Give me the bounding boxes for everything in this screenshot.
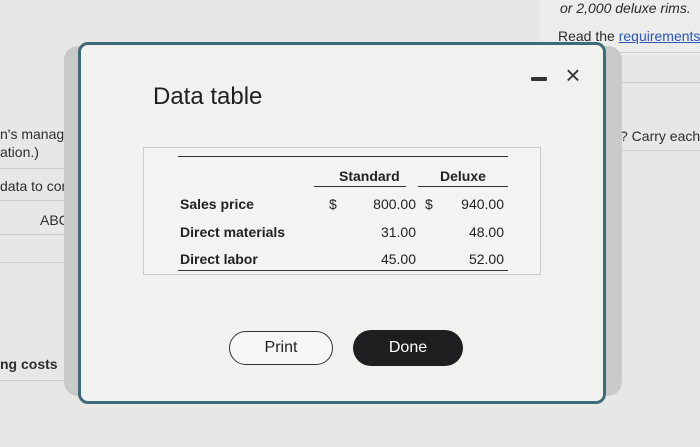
column-header-standard: Standard xyxy=(339,168,400,184)
background-left-text: n's manag xyxy=(0,126,65,142)
row-label-direct-labor: Direct labor xyxy=(180,251,258,267)
row-label-sales-price: Sales price xyxy=(180,196,254,212)
print-button[interactable]: Print xyxy=(229,331,333,365)
data-table-dialog: Data table × Standard Deluxe Sales price… xyxy=(78,42,606,404)
background-right-text: ? Carry each xyxy=(620,128,700,144)
close-button[interactable]: × xyxy=(561,62,585,88)
currency-symbol: $ xyxy=(329,196,337,212)
dialog-title: Data table xyxy=(153,83,263,110)
minimize-button[interactable] xyxy=(531,77,547,81)
background-left-text: ng costs xyxy=(0,356,58,372)
cell-deluxe-direct-labor: 52.00 xyxy=(468,251,504,267)
background-left-text: data to com xyxy=(0,178,74,194)
column-header-deluxe: Deluxe xyxy=(440,168,486,184)
header-underline-deluxe xyxy=(418,186,508,187)
table-top-rule xyxy=(178,156,508,157)
header-underline-standard xyxy=(314,186,406,187)
cell-standard-direct-labor: 45.00 xyxy=(380,251,416,267)
background-divider xyxy=(620,82,700,83)
data-table: Standard Deluxe Sales price $ 800.00 $ 9… xyxy=(143,147,541,275)
background-problem-text: or 2,000 deluxe rims. xyxy=(560,0,691,16)
requirements-link[interactable]: requirements xyxy=(619,28,700,44)
table-bottom-rule xyxy=(178,270,508,271)
background-left-text: ation.) xyxy=(0,144,39,160)
cell-standard-direct-materials: 31.00 xyxy=(380,224,416,240)
row-label-direct-materials: Direct materials xyxy=(180,224,286,240)
done-button[interactable]: Done xyxy=(353,330,463,366)
background-divider xyxy=(620,150,700,151)
cell-standard-sales-price: 800.00 xyxy=(373,196,416,212)
currency-symbol: $ xyxy=(425,196,433,212)
cell-deluxe-sales-price: 940.00 xyxy=(461,196,504,212)
cell-deluxe-direct-materials: 48.00 xyxy=(468,224,504,240)
